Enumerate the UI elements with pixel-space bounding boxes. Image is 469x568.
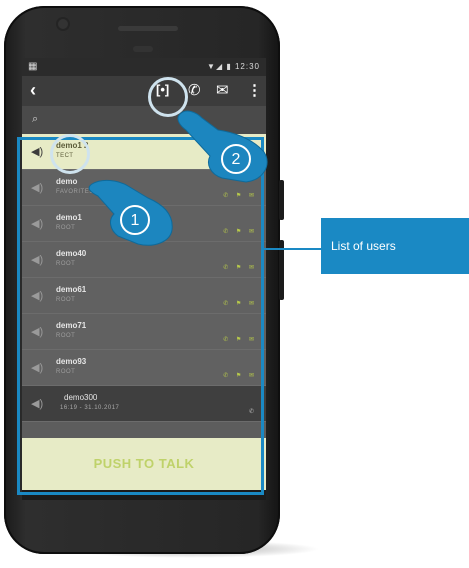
app-bar: ‹ [•] ✆ ✉ ⋮ bbox=[22, 76, 266, 106]
search-icon[interactable]: ⌕ bbox=[32, 113, 38, 126]
status-bar: ▦ ▼◢ ▮ 12:30 bbox=[22, 58, 266, 76]
tap-highlight-circle bbox=[50, 134, 90, 174]
call-icon[interactable]: ✆ bbox=[188, 81, 201, 99]
step-badge-1: 1 bbox=[120, 205, 150, 235]
top-speaker bbox=[118, 26, 178, 31]
earpiece bbox=[133, 46, 153, 52]
callout-connector bbox=[264, 248, 321, 250]
callout-label: List of users bbox=[321, 218, 469, 274]
pointing-hand-icon bbox=[177, 110, 268, 183]
notification-icon: ▦ bbox=[28, 61, 38, 72]
status-indicators: ▼◢ ▮ 12:30 bbox=[207, 62, 260, 71]
volume-button bbox=[279, 180, 284, 220]
more-options-icon[interactable]: ⋮ bbox=[247, 81, 262, 99]
front-camera bbox=[58, 19, 68, 29]
step-badge-2: 2 bbox=[221, 144, 251, 174]
back-arrow-icon[interactable]: ‹ bbox=[30, 80, 36, 101]
mail-icon[interactable]: ✉ bbox=[216, 81, 229, 99]
status-time: 12:30 bbox=[234, 62, 260, 71]
